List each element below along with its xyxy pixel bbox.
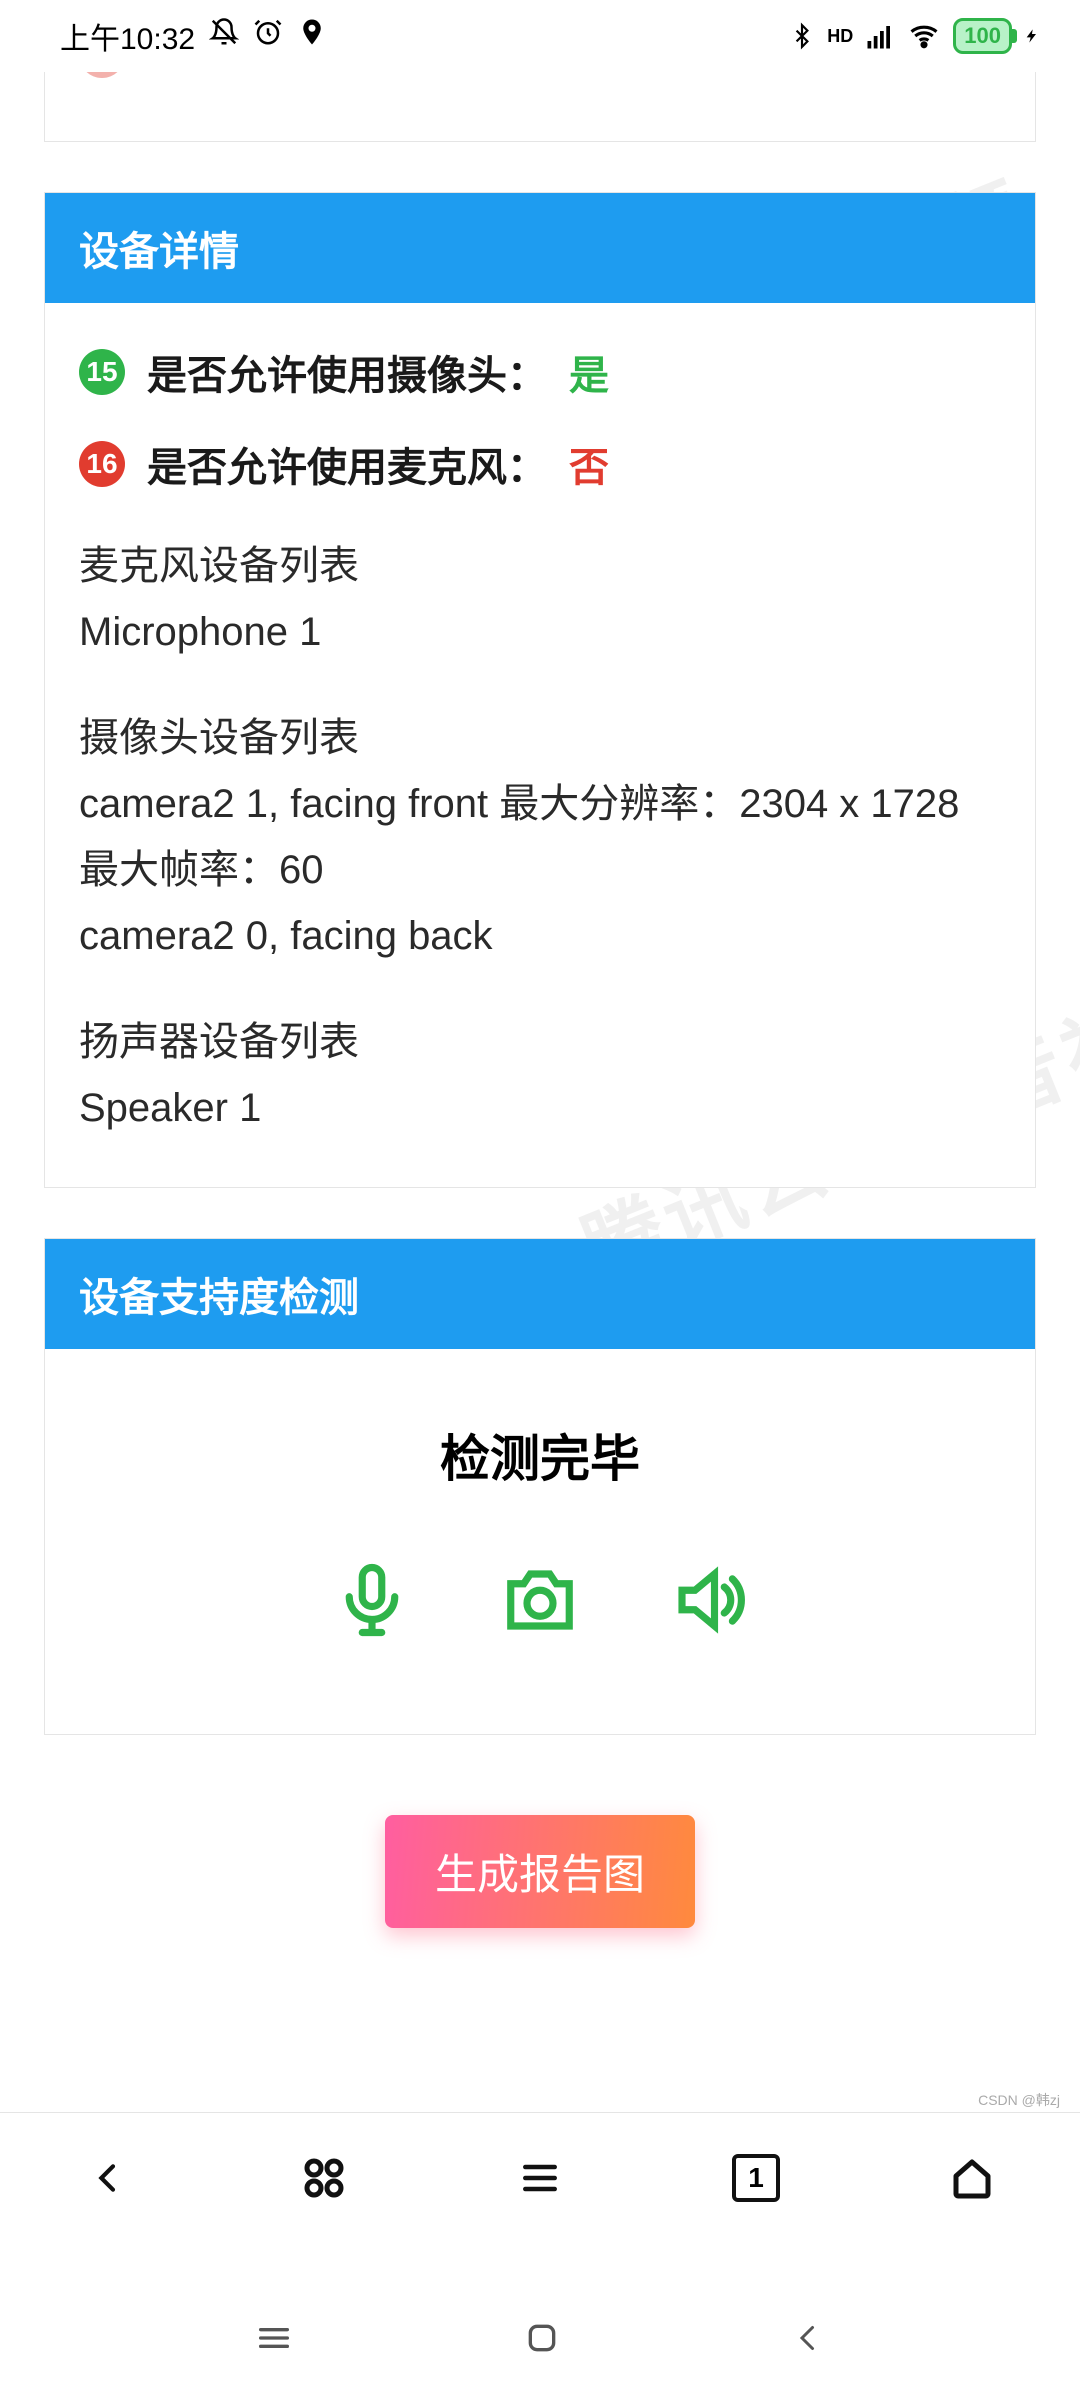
camera-section: 摄像头设备列表 camera2 1, facing front 最大分辨率：23…	[79, 705, 1001, 969]
device-details-card: 设备详情 15 是否允许使用摄像头： 是 16 是否允许使用麦克风： 否 麦克风…	[44, 192, 1036, 1188]
permission-mic-value: 否	[569, 435, 609, 493]
mic-section: 麦克风设备列表 Microphone 1	[79, 533, 1001, 665]
mic-item: Microphone 1	[79, 599, 1001, 665]
tabs-button[interactable]: 1	[726, 2148, 786, 2208]
dnd-icon	[209, 17, 239, 55]
card-header: 设备详情	[45, 193, 1035, 303]
charging-icon	[1024, 21, 1040, 51]
speaker-section: 扬声器设备列表 Speaker 1	[79, 1009, 1001, 1141]
battery-indicator: 100	[953, 18, 1012, 54]
device-support-card: 设备支持度检测 检测完毕	[44, 1238, 1036, 1735]
permission-mic-label: 是否允许使用麦克风：	[147, 435, 547, 493]
permission-camera-label: 是否允许使用摄像头：	[147, 343, 547, 401]
credit-text: CSDN @韩zj	[978, 2090, 1060, 2110]
permission-camera-value: 是	[569, 343, 609, 401]
step-badge-14	[79, 72, 125, 78]
detection-result: 检测完毕	[75, 1419, 1005, 1491]
status-time: 上午10:32	[60, 14, 195, 58]
speaker-item: Speaker 1	[79, 1075, 1001, 1141]
signal-icon	[865, 21, 895, 51]
generate-report-button[interactable]: 生成报告图	[385, 1815, 695, 1928]
location-icon	[297, 17, 327, 55]
permission-camera-row: 15 是否允许使用摄像头： 是	[79, 343, 1001, 401]
menu-button[interactable]	[510, 2148, 570, 2208]
status-bar: 上午10:32 HD 100	[0, 0, 1080, 72]
step-badge-15: 15	[79, 349, 125, 395]
card-header: 设备支持度检测	[45, 1239, 1035, 1349]
previous-card-partial	[44, 72, 1036, 142]
permission-mic-row: 16 是否允许使用麦克风： 否	[79, 435, 1001, 493]
system-nav-bar	[0, 2280, 1080, 2400]
back-nav-button[interactable]	[790, 2320, 826, 2361]
speaker-list-title: 扬声器设备列表	[79, 1009, 1001, 1075]
wifi-icon	[907, 21, 941, 51]
hd-label: HD	[827, 26, 853, 47]
mic-list-title: 麦克风设备列表	[79, 533, 1001, 599]
camera-icon	[501, 1561, 579, 1644]
alarm-icon	[253, 17, 283, 55]
home-nav-button[interactable]	[522, 2318, 562, 2363]
bluetooth-icon	[789, 21, 815, 51]
camera-item-1: camera2 1, facing front 最大分辨率：2304 x 172…	[79, 771, 1001, 903]
step-badge-16: 16	[79, 441, 125, 487]
camera-list-title: 摄像头设备列表	[79, 705, 1001, 771]
camera-item-2: camera2 0, facing back	[79, 903, 1001, 969]
mic-icon	[333, 1561, 411, 1644]
browser-toolbar: 1	[0, 2112, 1080, 2242]
shortcuts-button[interactable]	[294, 2148, 354, 2208]
back-button[interactable]	[78, 2148, 138, 2208]
speaker-icon	[669, 1561, 747, 1644]
home-button[interactable]	[942, 2148, 1002, 2208]
recents-button[interactable]	[254, 2318, 294, 2363]
